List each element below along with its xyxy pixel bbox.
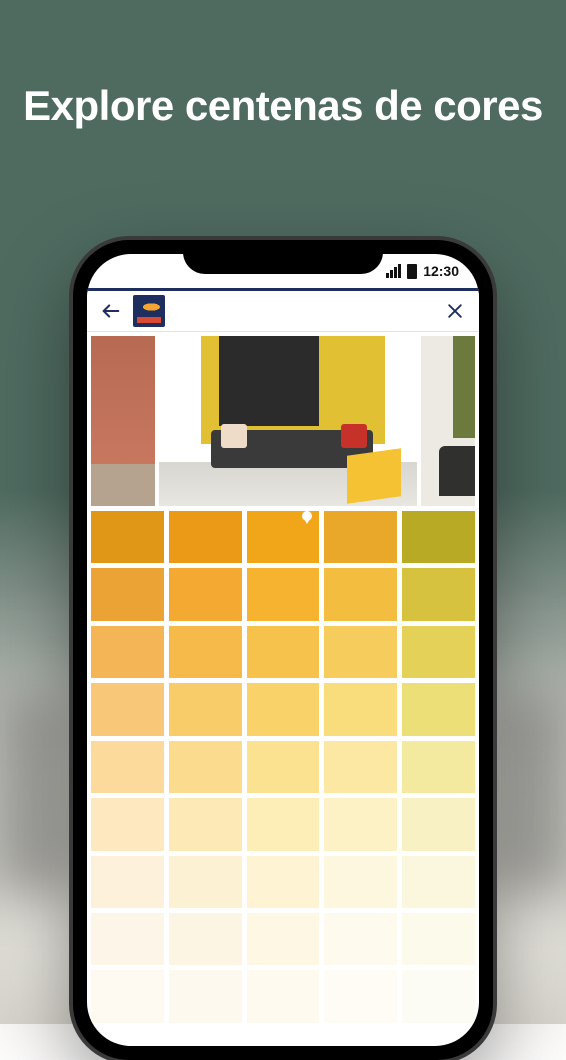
color-swatch[interactable] bbox=[324, 856, 397, 908]
color-swatch[interactable] bbox=[169, 798, 242, 850]
color-swatch[interactable] bbox=[402, 970, 475, 1022]
color-swatch[interactable] bbox=[247, 683, 320, 735]
color-swatch[interactable] bbox=[402, 626, 475, 678]
color-swatch[interactable] bbox=[247, 856, 320, 908]
clock: 12:30 bbox=[423, 263, 459, 279]
color-swatch[interactable] bbox=[169, 970, 242, 1022]
color-swatch[interactable] bbox=[169, 511, 242, 563]
color-swatch[interactable] bbox=[324, 683, 397, 735]
color-swatch[interactable] bbox=[402, 511, 475, 563]
color-swatch[interactable] bbox=[324, 798, 397, 850]
marketing-headline: Explore centenas de cores bbox=[0, 82, 566, 130]
color-swatch[interactable] bbox=[91, 683, 164, 735]
signal-icon bbox=[386, 264, 401, 278]
color-swatch[interactable] bbox=[169, 741, 242, 793]
color-swatch[interactable] bbox=[402, 568, 475, 620]
color-swatch[interactable] bbox=[247, 568, 320, 620]
color-swatch[interactable] bbox=[247, 970, 320, 1022]
brand-logo bbox=[133, 295, 165, 327]
selected-pin-icon bbox=[302, 515, 312, 524]
color-swatch[interactable] bbox=[324, 568, 397, 620]
color-swatch[interactable] bbox=[169, 913, 242, 965]
room-thumb[interactable] bbox=[421, 336, 475, 506]
color-swatch[interactable] bbox=[91, 741, 164, 793]
color-swatch[interactable] bbox=[91, 856, 164, 908]
color-swatch[interactable] bbox=[324, 626, 397, 678]
color-swatch[interactable] bbox=[91, 568, 164, 620]
color-swatch[interactable] bbox=[91, 913, 164, 965]
color-swatch[interactable] bbox=[324, 741, 397, 793]
back-button[interactable] bbox=[99, 299, 123, 323]
color-swatch[interactable] bbox=[402, 741, 475, 793]
color-swatch[interactable] bbox=[169, 568, 242, 620]
phone-notch bbox=[183, 240, 383, 274]
room-thumb[interactable] bbox=[159, 336, 417, 506]
battery-icon bbox=[407, 264, 417, 279]
color-swatch[interactable] bbox=[247, 741, 320, 793]
color-swatch[interactable] bbox=[91, 626, 164, 678]
color-swatch[interactable] bbox=[402, 856, 475, 908]
color-swatch[interactable] bbox=[324, 913, 397, 965]
inspiration-rooms-row[interactable] bbox=[91, 336, 475, 506]
color-swatch[interactable] bbox=[402, 913, 475, 965]
color-swatch[interactable] bbox=[91, 511, 164, 563]
app-topbar bbox=[87, 288, 479, 332]
color-swatch[interactable] bbox=[247, 913, 320, 965]
color-swatch[interactable] bbox=[402, 683, 475, 735]
color-swatch[interactable] bbox=[169, 683, 242, 735]
close-button[interactable] bbox=[443, 299, 467, 323]
room-thumb[interactable] bbox=[91, 336, 155, 506]
color-swatch[interactable] bbox=[324, 970, 397, 1022]
app-screen: 12:30 bbox=[87, 254, 479, 1046]
color-palette-grid bbox=[91, 511, 475, 1023]
color-swatch[interactable] bbox=[402, 798, 475, 850]
color-swatch[interactable] bbox=[91, 970, 164, 1022]
phone-frame: 12:30 bbox=[73, 240, 493, 1060]
color-swatch[interactable] bbox=[324, 511, 397, 563]
color-swatch[interactable] bbox=[91, 798, 164, 850]
color-swatch[interactable] bbox=[247, 511, 320, 563]
color-swatch[interactable] bbox=[247, 798, 320, 850]
color-swatch[interactable] bbox=[247, 626, 320, 678]
color-swatch[interactable] bbox=[169, 856, 242, 908]
color-swatch[interactable] bbox=[169, 626, 242, 678]
